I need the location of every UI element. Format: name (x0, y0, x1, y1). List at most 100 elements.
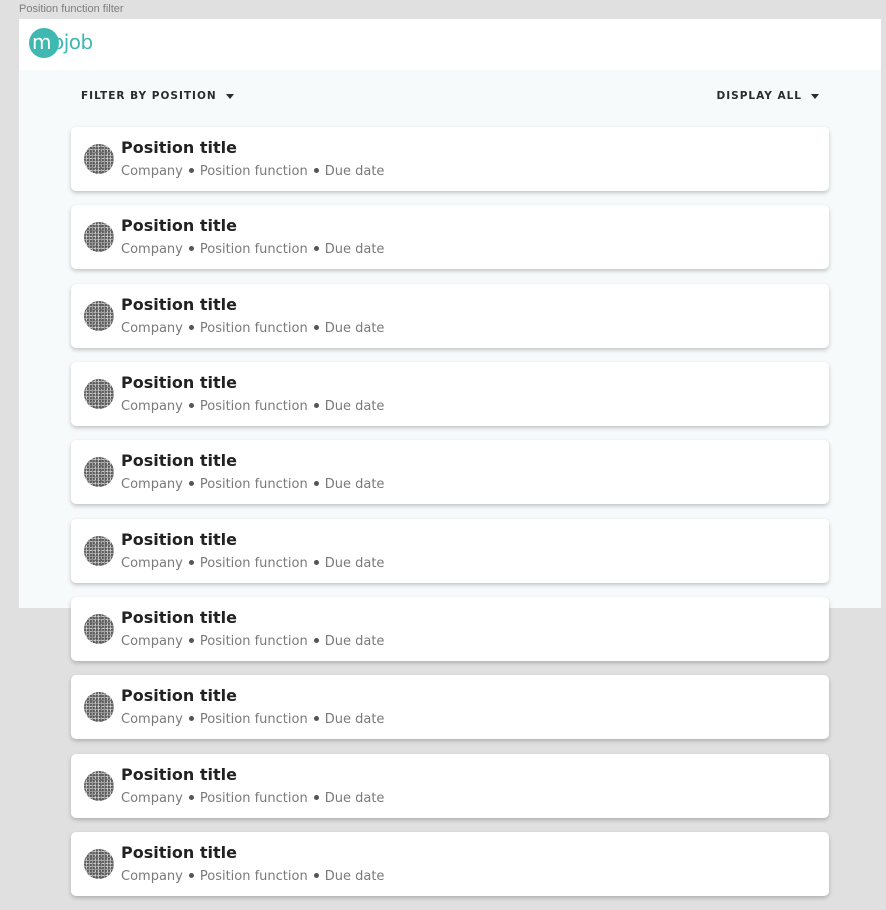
position-meta: Company Position function Due date (121, 712, 384, 727)
company-avatar (84, 144, 114, 174)
position-meta: Company Position function Due date (121, 869, 384, 884)
position-function: Position function (199, 320, 308, 336)
position-function: Position function (199, 869, 308, 885)
position-meta: Company Position function Due date (121, 164, 384, 179)
position-function: Position function (199, 477, 308, 493)
company-name: Company (121, 242, 183, 258)
position-card[interactable]: Position title Company Position function Du… (71, 362, 829, 427)
bullet-separator-icon (313, 403, 319, 409)
position-card[interactable]: Position title Company Position function Du… (71, 283, 829, 348)
frame-label: Position function filter (19, 3, 124, 15)
position-meta: Company Position function Due date (121, 321, 384, 336)
due-date: Due date (324, 712, 385, 728)
position-meta: Company Position function Due date (121, 556, 384, 571)
bullet-separator-icon (188, 794, 194, 800)
company-name: Company (121, 869, 183, 885)
bullet-separator-icon (188, 716, 194, 722)
due-date: Due date (324, 790, 385, 806)
due-date: Due date (324, 399, 385, 415)
position-card[interactable]: Position title Company Position function Du… (71, 753, 829, 818)
position-card[interactable]: Position title Company Position function Du… (71, 440, 829, 505)
position-list: Position title Company Position function Du… (71, 127, 829, 910)
bullet-separator-icon (188, 481, 194, 487)
bullet-separator-icon (313, 794, 319, 800)
position-meta: Company Position function Due date (121, 242, 384, 257)
position-card[interactable]: Position title Company Position function Du… (71, 675, 829, 740)
position-meta: Company Position function Due date (121, 634, 384, 649)
position-title: Position title (121, 294, 237, 314)
company-name: Company (121, 399, 183, 415)
bullet-separator-icon (313, 873, 319, 879)
company-avatar (84, 300, 114, 331)
logo-wordmark: ojob (52, 30, 93, 54)
position-title: Position title (121, 216, 237, 236)
position-card[interactable]: Position title Company Position function Du… (71, 597, 829, 662)
position-title: Position title (121, 373, 237, 393)
bullet-separator-icon (313, 481, 319, 487)
position-title: Position title (121, 843, 237, 863)
position-meta: Company Position function Due date (121, 791, 384, 806)
position-function: Position function (199, 555, 308, 571)
position-function: Position function (199, 164, 308, 179)
bullet-separator-icon (188, 168, 194, 173)
position-meta: Company Position function Due date (121, 399, 384, 414)
filter-by-position-dropdown[interactable]: FILTER BY POSITION (81, 90, 234, 102)
position-function: Position function (199, 399, 308, 415)
company-avatar (84, 849, 114, 880)
company-avatar (84, 692, 114, 723)
company-name: Company (121, 320, 183, 336)
company-avatar (84, 457, 114, 488)
company-name: Company (121, 634, 183, 650)
position-card[interactable]: Position title Company Position function Du… (71, 127, 829, 191)
top-bar: m ojob (19, 19, 881, 70)
position-function: Position function (199, 634, 308, 650)
due-date: Due date (324, 320, 385, 336)
position-title: Position title (121, 686, 237, 706)
due-date: Due date (324, 477, 385, 493)
company-name: Company (121, 712, 183, 728)
caret-down-icon (811, 93, 819, 99)
due-date: Due date (324, 555, 385, 571)
bullet-separator-icon (313, 559, 319, 565)
display-all-label: DISPLAY ALL (716, 90, 802, 102)
position-meta: Company Position function Due date (121, 477, 384, 492)
display-all-dropdown[interactable]: DISPLAY ALL (717, 90, 819, 102)
bullet-separator-icon (188, 403, 194, 409)
company-name: Company (121, 790, 183, 806)
bullet-separator-icon (188, 324, 194, 330)
bullet-separator-icon (313, 716, 319, 722)
position-card[interactable]: Position title Company Position function Du… (71, 832, 829, 897)
bullet-separator-icon (313, 246, 319, 252)
bullet-separator-icon (313, 324, 319, 330)
company-avatar (84, 614, 114, 645)
position-function: Position function (199, 242, 308, 258)
position-card[interactable]: Position title Company Position function Du… (71, 518, 829, 583)
logo-m: m (32, 30, 52, 54)
due-date: Due date (324, 634, 385, 650)
position-title: Position title (121, 529, 237, 549)
company-avatar (84, 379, 114, 410)
due-date: Due date (324, 242, 385, 258)
bullet-separator-icon (188, 246, 194, 252)
caret-down-icon (225, 93, 234, 99)
due-date: Due date (324, 164, 385, 179)
company-name: Company (121, 477, 183, 493)
company-name: Company (121, 555, 183, 571)
position-title: Position title (121, 138, 237, 157)
company-avatar (84, 222, 114, 253)
filter-by-position-label: FILTER BY POSITION (81, 90, 217, 102)
position-function: Position function (199, 790, 308, 806)
position-card[interactable]: Position title Company Position function Du… (71, 205, 829, 270)
mojob-logo[interactable]: m ojob (29, 28, 109, 58)
due-date: Due date (324, 869, 385, 885)
company-name: Company (121, 164, 183, 179)
bullet-separator-icon (313, 638, 319, 644)
bullet-separator-icon (188, 873, 194, 879)
position-title: Position title (121, 608, 237, 628)
bullet-separator-icon (313, 168, 319, 173)
bullet-separator-icon (188, 638, 194, 644)
filter-bar: FILTER BY POSITION DISPLAY ALL (81, 90, 819, 106)
bullet-separator-icon (188, 559, 194, 565)
position-title: Position title (121, 764, 237, 784)
position-function: Position function (199, 712, 308, 728)
